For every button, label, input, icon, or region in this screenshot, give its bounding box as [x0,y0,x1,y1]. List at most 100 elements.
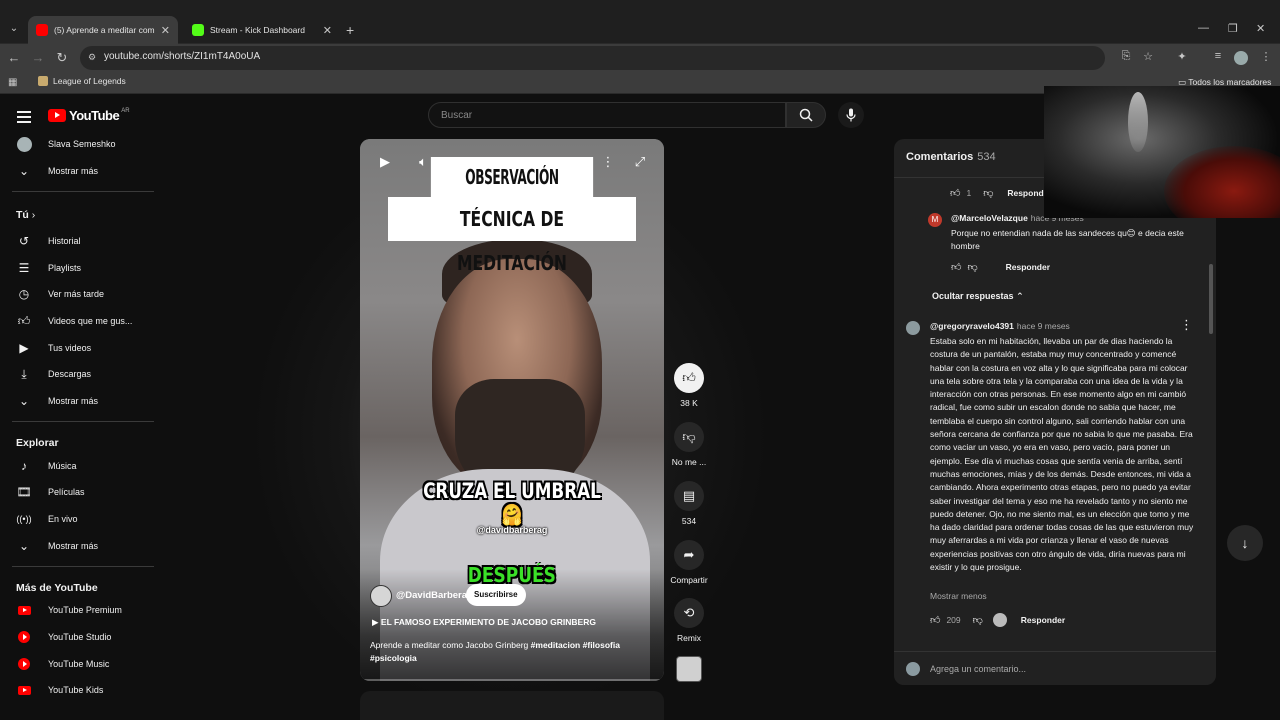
volume-icon[interactable]: 🔈︎ [412,151,434,173]
thumbs-up-icon[interactable]: 👍︎ [950,187,960,199]
sidebar-item-music[interactable]: ♪ Música [0,456,154,476]
sidebar-item-label: Playlists [48,263,82,273]
sidebar-item-watch-later[interactable]: ◷ Ver más tarde [0,284,154,304]
sidebar-item-yt-premium[interactable]: YouTube Premium [0,600,154,620]
video-progress-bar[interactable] [360,679,664,681]
media-controls-icon[interactable]: ≡ [1210,50,1226,62]
sidebar-item-liked[interactable]: 👍︎ Videos que me gus... [0,311,154,331]
close-tab-icon[interactable]: ✕ [161,24,170,37]
forward-icon[interactable]: → [30,50,46,66]
share-icon[interactable]: ➦ [674,540,704,570]
search-input[interactable]: Buscar [428,102,786,128]
reply-actions: 👍︎ 👎︎ Responder [951,261,1050,273]
search-button[interactable] [786,102,826,128]
guide-menu-icon[interactable] [17,111,31,126]
new-tab-icon[interactable]: + [346,22,354,38]
film-icon: 🎞︎ [16,485,32,499]
bookmark-league[interactable]: League of Legends [38,76,126,86]
comment-author[interactable]: @gregoryravelo4391 [930,321,1014,331]
next-short-preview[interactable] [360,691,664,720]
playlist-link[interactable]: ▶ EL FAMOSO EXPERIMENTO DE JACOBO GRINBE… [372,617,596,628]
sidebar-item-playlists[interactable]: ☰ Playlists [0,258,154,278]
sidebar-show-more[interactable]: ⌄ Mostrar más [0,536,154,556]
sound-thumbnail-image[interactable] [676,656,702,682]
restore-icon[interactable]: ❐ [1228,22,1238,35]
extensions-icon[interactable]: ✦ [1174,50,1190,63]
channel-avatar[interactable] [370,585,392,607]
remix-action[interactable]: ⟲ Remix [668,598,710,643]
video-description[interactable]: Aprende a meditar como Jacobo Grinberg #… [370,639,655,665]
sidebar-item-history[interactable]: ↺ Historial [0,231,154,251]
sidebar-item-yt-kids[interactable]: YouTube Kids [0,680,154,700]
reload-icon[interactable]: ↻ [54,50,70,66]
tab-youtube[interactable]: (5) Aprende a meditar como Jac ✕ [28,16,178,44]
add-comment-bar[interactable]: Agrega un comentario... [894,651,1216,685]
subscribe-button[interactable]: Suscribirse [466,584,526,606]
thumbs-down-icon[interactable]: 👎︎ [983,187,993,199]
sidebar-item-your-videos[interactable]: ▶ Tus videos [0,338,154,358]
comment-avatar[interactable] [906,321,920,335]
sidebar-item-movies[interactable]: 🎞︎ Películas [0,482,154,502]
thumbs-down-icon[interactable]: 👎︎ [967,261,977,273]
add-comment-input[interactable]: Agrega un comentario... [930,664,1026,674]
next-video-button[interactable]: ↓ [1227,525,1263,561]
thumbs-down-icon[interactable]: 👎︎ [973,614,983,626]
thumbs-up-icon[interactable]: 👍︎ [930,614,940,626]
thumbs-up-icon[interactable]: 👍︎ [951,261,961,273]
bookmark-star-icon[interactable]: ☆ [1140,50,1156,63]
show-less-button[interactable]: Mostrar menos [930,591,987,601]
sidebar-item-yt-studio[interactable]: YouTube Studio [0,627,154,647]
fullscreen-icon[interactable]: ⤢ [629,151,651,173]
back-icon[interactable]: ← [6,50,22,66]
hide-replies-button[interactable]: Ocultar respuestas ⌃ [932,291,1024,302]
sidebar-item-live[interactable]: ((•)) En vivo [0,509,154,529]
dislike-action[interactable]: 👎︎ No me ... [668,422,710,467]
hashtag-link[interactable]: #filosofia [583,640,620,650]
hashtag-link[interactable]: #psicologia [370,653,417,663]
window-close-icon[interactable]: ✕ [1256,22,1265,35]
shorts-video-player[interactable]: OBSERVACIÓN COMO TÉCNICA DE MEDITACIÓN ▶… [360,139,664,681]
comments-scrollbar[interactable] [1209,264,1213,334]
play-icon[interactable]: ▶ [374,151,396,173]
chrome-menu-icon[interactable]: ⋮ [1258,50,1274,63]
site-info-icon[interactable]: ⚙ [88,52,100,64]
youtube-logo[interactable]: YouTube AR [48,108,130,123]
profile-avatar[interactable] [1234,51,1248,65]
video-mid-caption: CRUZA EL UMBRAL🤗 [423,479,601,527]
reply-author[interactable]: @MarceloVelazque [951,213,1028,223]
tab-kick[interactable]: Stream - Kick Dashboard ✕ [184,16,340,44]
reply-avatar[interactable]: M [928,213,942,227]
install-app-icon[interactable]: ⎘ [1118,50,1134,63]
close-tab-icon[interactable]: ✕ [323,24,332,37]
sidebar-item-account[interactable]: Slava Semeshko [0,134,154,154]
comments-action[interactable]: ▤ 534 [668,481,710,526]
minimize-icon[interactable]: — [1198,22,1209,34]
thumbs-down-icon[interactable]: 👎︎ [674,422,704,452]
channel-name[interactable]: @DavidBarbera [396,590,467,601]
hashtag-link[interactable]: #meditacion [531,640,581,650]
reply-button[interactable]: Responder [1006,262,1050,272]
remix-icon[interactable]: ⟲ [674,598,704,628]
share-action[interactable]: ➦ Compartir [668,540,710,585]
sidebar-show-more[interactable]: ⌄ Mostrar más [0,391,154,411]
tab-search-icon[interactable]: ⌄ [6,20,22,36]
sidebar-you-heading[interactable]: Tú › [16,209,35,221]
thumbs-up-icon[interactable]: 👍︎ [674,363,704,393]
reply-button[interactable]: Responder [1021,615,1065,625]
sidebar-show-more[interactable]: ⌄ Mostrar más [0,161,154,181]
voice-search-button[interactable] [838,102,864,128]
comment-icon[interactable]: ▤ [674,481,704,511]
more-options-icon[interactable]: ⋮ [597,151,619,173]
sound-thumbnail[interactable] [668,656,710,682]
captions-icon[interactable]: CC [565,151,587,173]
sidebar-item-yt-music[interactable]: YouTube Music [0,654,154,674]
browser-navbar: ← → ↻ ⚙ youtube.com/shorts/ZI1mT4A0oUA ⎘… [0,44,1280,72]
apps-grid-icon[interactable]: ▦ [8,77,17,88]
youtube-studio-icon [18,631,30,643]
youtube-music-icon [18,658,30,670]
play-small-icon: ▶ [372,617,381,627]
sidebar-item-downloads[interactable]: ⤓ Descargas [0,364,154,384]
comment-menu-icon[interactable]: ⋮ [1180,317,1193,333]
like-action[interactable]: 👍︎ 38 K [668,363,710,408]
address-bar[interactable]: ⚙ youtube.com/shorts/ZI1mT4A0oUA [80,46,1105,70]
